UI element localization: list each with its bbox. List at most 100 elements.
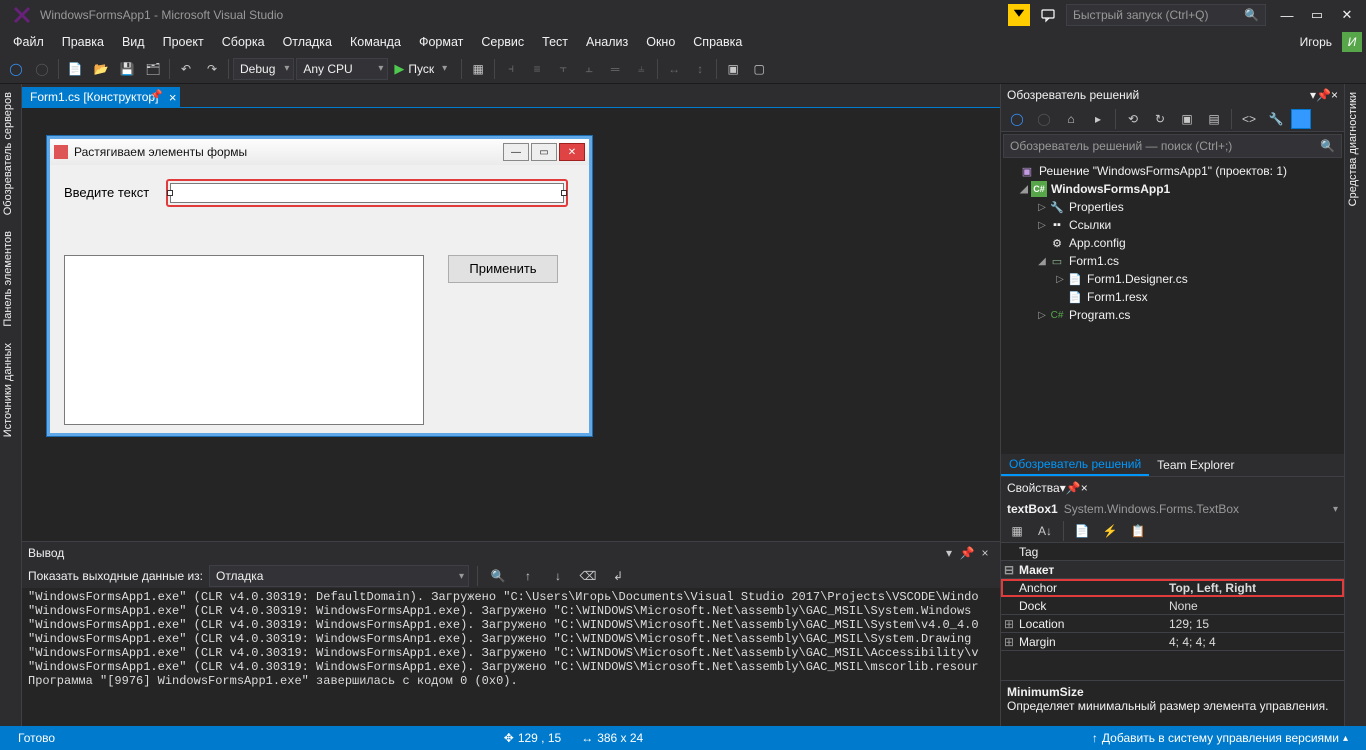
menu-view[interactable]: Вид [113,32,154,52]
output-wrap-icon[interactable]: ↲ [606,564,630,588]
props-pin-icon[interactable]: 📌 [1066,481,1081,495]
property-pages-icon[interactable]: 📋 [1126,519,1150,543]
output-find-icon[interactable]: 🔍 [486,564,510,588]
listbox1[interactable] [64,255,424,425]
tab-diagnostics[interactable]: Средства диагностики [1345,84,1366,214]
tree-solution-node[interactable]: ▣Решение "WindowsFormsApp1" (проектов: 1… [1001,162,1344,180]
apply-button[interactable]: Применить [448,255,558,283]
resize-handle-right[interactable] [561,190,567,196]
redo-icon[interactable]: ↷ [200,57,224,81]
notification-flag-icon[interactable] [1008,4,1030,26]
menu-test[interactable]: Тест [533,32,577,52]
resize-handle-left[interactable] [167,190,173,196]
se-properties-icon[interactable]: 🔧 [1264,107,1288,131]
tab-solution-explorer[interactable]: Обозреватель решений [1001,454,1149,476]
output-clear-icon[interactable]: ⌫ [576,564,600,588]
prop-row-margin[interactable]: ⊞Margin4; 4; 4; 4 [1001,633,1344,651]
textbox1[interactable] [170,183,564,203]
tree-references-node[interactable]: ▷▪▪Ссылки [1001,216,1344,234]
solution-tree[interactable]: ▣Решение "WindowsFormsApp1" (проектов: 1… [1001,160,1344,454]
new-project-icon[interactable]: 📄 [63,57,87,81]
menu-build[interactable]: Сборка [213,32,274,52]
output-pin-icon[interactable]: 📌 [958,546,976,560]
se-code-icon[interactable]: <> [1237,107,1261,131]
undo-icon[interactable]: ↶ [174,57,198,81]
se-fwd-icon[interactable]: ◯ [1032,107,1056,131]
output-text[interactable]: "WindowsFormsApp1.exe" (CLR v4.0.30319: … [22,588,1000,726]
properties-object-selector[interactable]: textBox1 System.Windows.Forms.TextBox ▾ [1001,499,1344,519]
designer-surface[interactable]: Растягиваем элементы формы — ▭ ✕ Введите… [22,108,1000,541]
tree-form1resx-node[interactable]: 📄Form1.resx [1001,288,1344,306]
save-all-icon[interactable]: 🗂 [141,57,165,81]
prop-row-location[interactable]: ⊞Location129; 15 [1001,615,1344,633]
tab-toolbox[interactable]: Панель элементов [0,223,21,335]
se-sync-icon[interactable]: ⟲ [1121,107,1145,131]
align-tool-icon[interactable]: ▦ [466,57,490,81]
se-home-icon[interactable]: ⌂ [1059,107,1083,131]
menu-team[interactable]: Команда [341,32,410,52]
prop-category-layout[interactable]: ⊟Макет [1001,561,1344,579]
output-next-icon[interactable]: ↓ [546,564,570,588]
events-icon[interactable]: ⚡ [1098,519,1122,543]
menu-window[interactable]: Окно [637,32,684,52]
tree-properties-node[interactable]: ▷🔧Properties [1001,198,1344,216]
se-pin-icon[interactable]: 📌 [1316,88,1331,102]
categorized-icon[interactable]: ▦ [1005,519,1029,543]
se-showall-icon[interactable]: ▤ [1202,107,1226,131]
prop-row-anchor[interactable]: AnchorTop, Left, Right [1001,579,1344,597]
bring-front-icon[interactable]: ▣ [721,57,745,81]
maximize-button[interactable]: ▭ [1302,1,1332,29]
config-combo[interactable]: Debug [233,58,294,80]
nav-fwd-icon[interactable]: ◯ [30,57,54,81]
feedback-icon[interactable] [1036,3,1060,27]
tree-project-node[interactable]: ◢C#WindowsFormsApp1 [1001,180,1344,198]
open-icon[interactable]: 📂 [89,57,113,81]
platform-combo[interactable]: Any CPU [296,58,388,80]
prop-row-dock[interactable]: DockNone [1001,597,1344,615]
menu-analyze[interactable]: Анализ [577,32,637,52]
tree-appconfig-node[interactable]: ⚙App.config [1001,234,1344,252]
tree-form1cs-node[interactable]: ◢▭Form1.cs [1001,252,1344,270]
nav-back-icon[interactable]: ◯ [4,57,28,81]
solution-explorer-search[interactable]: Обозреватель решений — поиск (Ctrl+;) 🔍 [1003,134,1342,158]
menu-help[interactable]: Справка [684,32,751,52]
output-prev-icon[interactable]: ↑ [516,564,540,588]
tab-server-explorer[interactable]: Обозреватель серверов [0,84,21,223]
status-source-control[interactable]: ↑Добавить в систему управления версиями▴ [1082,731,1358,745]
props-close-icon[interactable]: × [1081,481,1088,495]
props-icon[interactable]: 📄 [1070,519,1094,543]
menu-file[interactable]: Файл [4,32,53,52]
pin-icon[interactable]: 📌 [150,90,162,101]
save-icon[interactable]: 💾 [115,57,139,81]
prop-row-tag[interactable]: Tag [1001,543,1344,561]
tab-data-sources[interactable]: Источники данных [0,335,21,445]
user-avatar[interactable]: И [1342,32,1362,52]
output-source-combo[interactable]: Отладка [209,565,469,587]
se-scope-icon[interactable]: ▸ [1086,107,1110,131]
tree-programcs-node[interactable]: ▷C#Program.cs [1001,306,1344,324]
minimize-button[interactable]: — [1272,1,1302,29]
send-back-icon[interactable]: ▢ [747,57,771,81]
menu-service[interactable]: Сервис [472,32,533,52]
menu-format[interactable]: Формат [410,32,472,52]
se-preview-toggle-icon[interactable] [1291,109,1311,129]
menu-edit[interactable]: Правка [53,32,113,52]
tab-team-explorer[interactable]: Team Explorer [1149,455,1242,475]
menu-project[interactable]: Проект [154,32,213,52]
alphabetical-icon[interactable]: A↓ [1033,519,1057,543]
properties-grid[interactable]: Tag ⊟Макет AnchorTop, Left, Right DockNo… [1001,543,1344,680]
output-close-icon[interactable]: × [976,546,994,560]
close-tab-icon[interactable]: × [169,90,177,105]
tab-form1-designer[interactable]: Form1.cs [Конструктор] 📌 × [22,87,180,107]
se-collapse-icon[interactable]: ▣ [1175,107,1199,131]
user-name[interactable]: Игорь [1294,32,1338,52]
start-button[interactable]: ▶Пуск▾ [390,61,457,77]
quick-launch-input[interactable]: Быстрый запуск (Ctrl+Q) 🔍 [1066,4,1266,26]
menu-debug[interactable]: Отладка [274,32,341,52]
se-close-icon[interactable]: × [1331,88,1338,102]
textbox-selected[interactable] [166,179,568,207]
close-button[interactable]: ✕ [1332,1,1362,29]
winform-preview[interactable]: Растягиваем элементы формы — ▭ ✕ Введите… [47,136,592,436]
se-refresh-icon[interactable]: ↻ [1148,107,1172,131]
output-dropdown-icon[interactable]: ▾ [940,546,958,560]
